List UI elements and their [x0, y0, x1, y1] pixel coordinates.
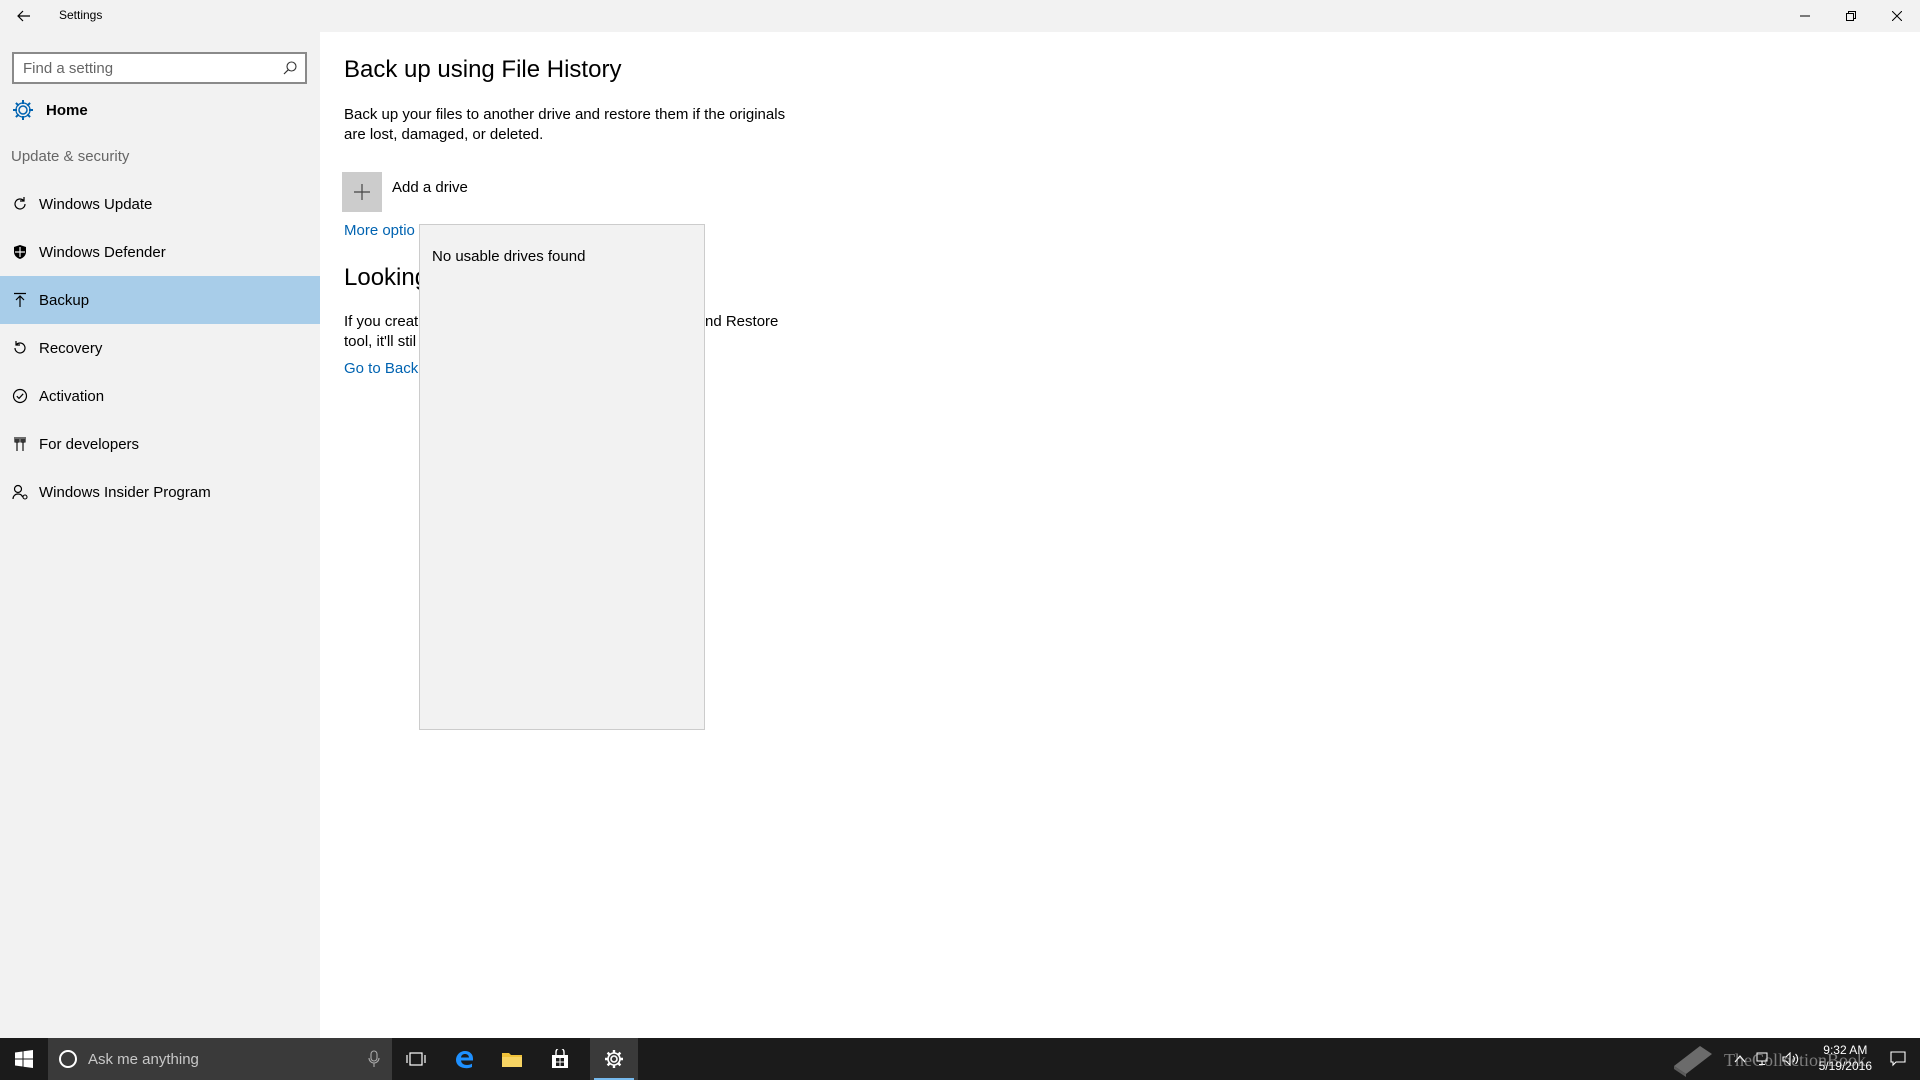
task-view-icon: [406, 1052, 426, 1066]
search-input[interactable]: [14, 54, 264, 82]
add-drive-label: Add a drive: [392, 178, 468, 196]
section-heading: Update & security: [11, 148, 130, 165]
history-icon: [13, 341, 26, 354]
book-logo-icon: [1674, 1046, 1712, 1077]
refresh-icon: [13, 197, 26, 210]
window-title: Settings: [59, 8, 103, 22]
search-box[interactable]: [12, 52, 307, 84]
check-circle-icon: [12, 388, 27, 404]
back-button[interactable]: [0, 0, 48, 32]
page-title: Back up using File History: [344, 56, 622, 83]
sidebar: Home Update & security Windows Update Wi…: [0, 32, 320, 1038]
looking-desc-line1: If you creat: [344, 313, 419, 330]
watermark-text: TheCollectionBook: [1724, 1049, 1866, 1070]
upload-icon: [13, 292, 26, 307]
sidebar-item-backup[interactable]: Backup: [0, 276, 320, 324]
sidebar-item-windows-insider-program[interactable]: Windows Insider Program: [0, 468, 320, 516]
start-icon: [15, 1050, 33, 1068]
sidebar-item-for-developers[interactable]: For developers: [0, 420, 320, 468]
edge-taskbar-button[interactable]: [440, 1038, 488, 1080]
sidebar-item-label: Windows Defender: [39, 243, 166, 261]
insider-person-icon: [11, 484, 28, 500]
developer-tools-icon: [13, 437, 26, 451]
close-icon: [1892, 11, 1902, 21]
sidebar-item-label: Windows Update: [39, 195, 153, 213]
edge-icon: [456, 1051, 473, 1069]
sidebar-item-label: Backup: [39, 291, 90, 309]
task-view-button[interactable]: [392, 1038, 440, 1080]
back-arrow-icon: [17, 10, 30, 22]
sidebar-item-label: Windows Insider Program: [39, 483, 211, 501]
more-options-link[interactable]: More optio: [344, 222, 415, 239]
action-center-button[interactable]: [1878, 1038, 1918, 1080]
sidebar-item-label: For developers: [39, 435, 140, 453]
add-drive-flyout: No usable drives found: [419, 224, 705, 730]
home-link[interactable]: Home: [0, 92, 320, 128]
search-icon[interactable]: [283, 61, 297, 75]
go-to-backup-link[interactable]: Go to Backu: [344, 360, 427, 377]
sidebar-item-label: Activation: [39, 387, 105, 405]
looking-heading: Looking: [344, 264, 429, 291]
store-icon: [552, 1049, 568, 1068]
shield-icon: [13, 245, 26, 259]
notification-icon: [1890, 1051, 1906, 1067]
looking-desc-line2: tool, it'll stil: [344, 333, 417, 350]
store-taskbar-button[interactable]: [536, 1038, 584, 1080]
home-label: Home: [46, 101, 88, 119]
title-bar: Settings: [0, 0, 1920, 32]
restore-button[interactable]: [1828, 0, 1874, 32]
plus-icon: [354, 184, 370, 200]
add-drive-tile: [342, 172, 382, 212]
sidebar-item-activation[interactable]: Activation: [0, 372, 320, 420]
cortana-placeholder: Ask me anything: [88, 1050, 199, 1068]
taskbar: Ask me anything 9:32 AM 5/19/2016: [0, 1038, 1920, 1080]
flyout-message: No usable drives found: [432, 248, 586, 265]
file-explorer-taskbar-button[interactable]: [488, 1038, 536, 1080]
sidebar-item-recovery[interactable]: Recovery: [0, 324, 320, 372]
start-button[interactable]: [0, 1038, 48, 1080]
watermark: TheCollectionBook: [1670, 1040, 1866, 1080]
minimize-button[interactable]: [1782, 0, 1828, 32]
file-explorer-icon: [502, 1053, 522, 1067]
cortana-search-box[interactable]: Ask me anything: [48, 1038, 392, 1080]
restore-icon: [1846, 11, 1856, 21]
settings-icon: [605, 1050, 623, 1068]
looking-desc-line1-right: nd Restore: [705, 313, 779, 330]
microphone-icon[interactable]: [368, 1050, 380, 1068]
settings-taskbar-button[interactable]: [590, 1038, 638, 1080]
close-button[interactable]: [1874, 0, 1920, 32]
page-description: Back up your files to another drive and …: [344, 106, 786, 143]
sidebar-item-windows-defender[interactable]: Windows Defender: [0, 228, 320, 276]
add-drive-button[interactable]: Add a drive: [342, 172, 468, 212]
sidebar-item-label: Recovery: [39, 339, 103, 357]
sidebar-item-windows-update[interactable]: Windows Update: [0, 180, 320, 228]
minimize-icon: [1800, 15, 1810, 17]
gear-icon: [13, 100, 33, 120]
cortana-icon: [59, 1050, 77, 1068]
